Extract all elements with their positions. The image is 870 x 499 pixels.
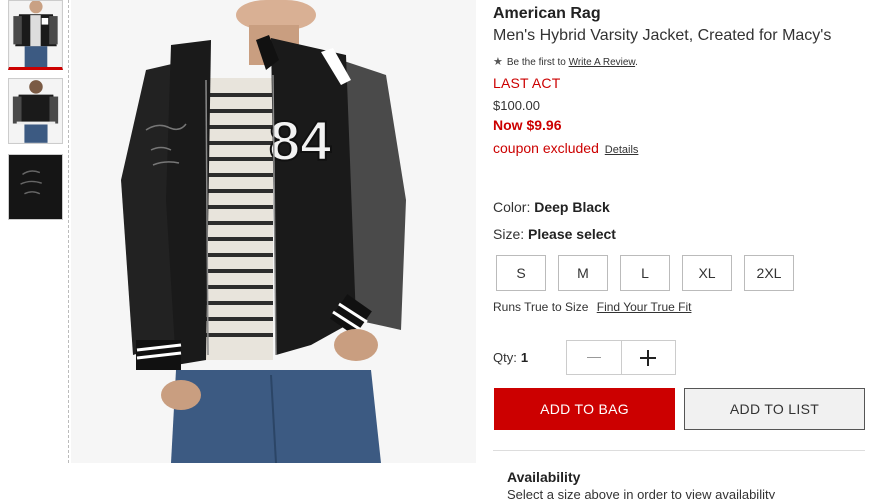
thumbnail-back-image <box>9 79 62 143</box>
main-product-image[interactable]: 84 <box>71 0 476 463</box>
quantity-label-row: Qty: 1 <box>493 350 528 365</box>
availability-title: Availability <box>507 469 581 485</box>
availability-text: Select a size above in order to view ava… <box>507 487 776 499</box>
coupon-text: coupon excluded <box>493 140 599 156</box>
quantity-label: Qty: <box>493 350 517 365</box>
color-row: Color: Deep Black <box>493 199 610 215</box>
section-divider <box>493 450 865 451</box>
last-act-badge: LAST ACT <box>493 75 561 91</box>
add-to-bag-button[interactable]: ADD TO BAG <box>494 388 675 430</box>
add-to-list-button[interactable]: ADD TO LIST <box>684 388 865 430</box>
fit-row: Runs True to Size Find Your True Fit <box>493 300 691 314</box>
coupon-details-link[interactable]: Details <box>605 144 639 156</box>
thumbnail-front[interactable] <box>8 0 63 70</box>
size-row: Size: Please select <box>493 226 616 242</box>
quantity-value: 1 <box>520 350 529 365</box>
thumbnail-back[interactable] <box>8 78 63 144</box>
size-option-s[interactable]: S <box>496 255 546 291</box>
size-option-xl[interactable]: XL <box>682 255 732 291</box>
product-brand[interactable]: American Rag <box>493 5 601 23</box>
write-review-link[interactable]: Write A Review <box>569 57 636 68</box>
size-value: Please select <box>528 226 616 242</box>
size-option-m[interactable]: M <box>558 255 608 291</box>
product-title: Men's Hybrid Varsity Jacket, Created for… <box>493 27 832 44</box>
fit-text: Runs True to Size <box>493 300 589 314</box>
original-price: $100.00 <box>493 98 540 113</box>
thumbnail-detail-image <box>9 155 62 219</box>
color-value: Deep Black <box>534 199 610 215</box>
size-options: S M L XL 2XL <box>496 255 794 291</box>
thumbnail-divider <box>68 0 69 463</box>
review-row: ★ Be the first to Write A Review. <box>493 55 638 68</box>
sale-price: Now $9.96 <box>493 117 562 133</box>
quantity-stepper <box>566 340 676 375</box>
color-label: Color: <box>493 199 531 215</box>
increase-quantity-button[interactable] <box>620 341 675 374</box>
review-suffix: . <box>635 57 638 68</box>
jacket-patch-number: 84 <box>269 109 331 172</box>
star-icon: ★ <box>493 56 503 68</box>
size-label: Size: <box>493 226 525 242</box>
size-option-l[interactable]: L <box>620 255 670 291</box>
plus-icon <box>640 349 657 366</box>
coupon-note: coupon excluded Details <box>493 140 638 156</box>
thumbnail-detail[interactable] <box>8 154 63 220</box>
decrease-quantity-button[interactable] <box>567 341 621 374</box>
thumbnail-front-image <box>9 1 62 67</box>
size-option-2xl[interactable]: 2XL <box>744 255 794 291</box>
minus-icon <box>586 357 601 358</box>
review-prefix: Be the first to <box>506 57 566 68</box>
true-fit-link[interactable]: Find Your True Fit <box>597 300 692 314</box>
